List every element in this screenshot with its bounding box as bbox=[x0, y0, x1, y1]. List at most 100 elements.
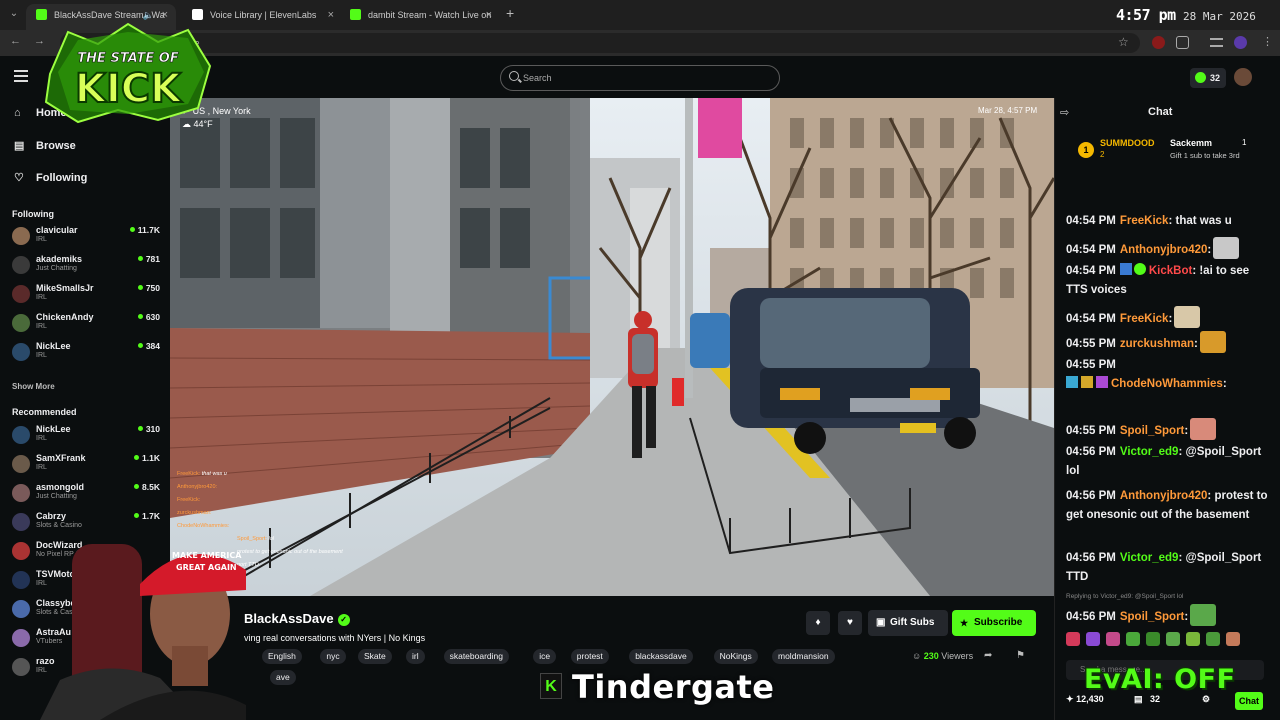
new-tab-button[interactable]: + bbox=[506, 5, 514, 21]
channel-row[interactable]: NickLee IRL 384 bbox=[12, 340, 160, 366]
kick-icon bbox=[350, 9, 361, 20]
viewer-number: 1.7K bbox=[142, 511, 160, 521]
search-bar[interactable] bbox=[500, 65, 780, 91]
settings-gear-icon[interactable]: ⚙ bbox=[1202, 694, 1210, 705]
chat-username[interactable]: KickBot bbox=[1149, 265, 1192, 277]
stream-tag[interactable]: Skate bbox=[358, 649, 392, 664]
user-avatar[interactable] bbox=[1234, 68, 1252, 86]
stream-tag[interactable]: skateboarding bbox=[443, 649, 509, 664]
gift-count: 32 bbox=[1150, 694, 1161, 704]
channel-row[interactable]: ChickenAndy IRL 630 bbox=[12, 311, 160, 337]
emote-icon[interactable] bbox=[1126, 632, 1140, 646]
chat-username[interactable]: zurckushman bbox=[1120, 338, 1194, 350]
search-icon bbox=[509, 71, 519, 81]
channel-name: NickLee bbox=[36, 341, 71, 351]
menu-icon[interactable] bbox=[14, 70, 28, 82]
chat-message[interactable]: 04:56 PM Victor_ed9: @Spoil_Sport TTD bbox=[1066, 549, 1272, 587]
streamer-name[interactable]: BlackAssDave ✓ bbox=[244, 611, 350, 626]
emote-icon bbox=[1199, 331, 1226, 353]
emote-icon[interactable] bbox=[1206, 632, 1220, 646]
viewer-label: Viewers bbox=[941, 651, 974, 661]
gift-leaderboard: 1 SUMMDOOD 2 Sackemm 1 Gift 1 sub to tak… bbox=[1066, 132, 1270, 168]
live-dot-icon bbox=[137, 343, 143, 348]
gift-icon[interactable]: ▤ bbox=[1134, 694, 1143, 705]
live-dot-icon bbox=[137, 426, 143, 431]
stream-tag[interactable]: protest bbox=[570, 649, 609, 664]
url-field[interactable]: dave bbox=[60, 33, 1140, 53]
stream-tag[interactable]: NoKings bbox=[713, 649, 758, 664]
profile-avatar-icon[interactable] bbox=[1234, 36, 1247, 49]
emote-icon[interactable] bbox=[1146, 632, 1160, 646]
stream-tag[interactable]: irl bbox=[406, 649, 425, 664]
chat-username[interactable]: Anthonyjbro420 bbox=[1120, 490, 1208, 502]
follow-heart-button[interactable]: ♥ bbox=[838, 611, 862, 635]
gift-subs-button[interactable]: Gift Subs bbox=[868, 610, 948, 636]
nav-browse[interactable]: ▤ Browse bbox=[14, 139, 76, 152]
subscribe-button[interactable]: Subscribe bbox=[952, 610, 1036, 636]
chat-username[interactable]: FreeKick bbox=[1120, 215, 1169, 227]
stream-tag[interactable]: moldmansion bbox=[772, 649, 835, 664]
report-flag-icon[interactable]: ⚑ bbox=[1016, 650, 1025, 661]
chat-username[interactable]: Victor_ed9 bbox=[1120, 446, 1179, 458]
channel-viewers: 310 bbox=[137, 424, 160, 434]
collapse-chat-icon[interactable]: ⇨ bbox=[1060, 106, 1069, 119]
back-icon[interactable]: ← bbox=[10, 35, 21, 47]
overlay-chat-user: ChodeNoWhammies: bbox=[177, 523, 230, 529]
chat-message[interactable]: 04:54 PM KickBot: !ai to see TTS voices bbox=[1066, 262, 1272, 300]
emote-icon[interactable] bbox=[1066, 632, 1080, 646]
channel-row[interactable]: NickLee IRL 310 bbox=[12, 423, 160, 449]
live-dot-icon bbox=[134, 484, 140, 489]
channel-row[interactable]: asmongold Just Chatting 8.5K bbox=[12, 481, 160, 507]
chat-message[interactable]: 04:54 PM Anthonyjbro420: bbox=[1066, 237, 1272, 260]
chat-message[interactable]: 04:54 PM FreeKick: bbox=[1066, 306, 1272, 329]
search-input[interactable] bbox=[523, 70, 763, 86]
chat-message[interactable]: 04:56 PM Victor_ed9: @Spoil_Sport lol bbox=[1066, 443, 1272, 481]
chat-message[interactable]: 04:56 PM Anthonyjbro420: protest to get o… bbox=[1066, 487, 1272, 525]
close-tab-icon[interactable]: × bbox=[328, 4, 334, 26]
emote-icon[interactable] bbox=[1106, 632, 1120, 646]
emote-icon[interactable] bbox=[1166, 632, 1180, 646]
chat-username[interactable]: Spoil_Sport bbox=[1120, 611, 1185, 623]
channel-row[interactable]: clavicular IRL 11.7K bbox=[12, 224, 160, 250]
chat-username[interactable]: ChodeNoWhammies bbox=[1111, 378, 1223, 390]
stream-tag[interactable]: ave bbox=[270, 670, 296, 685]
tab-search-icon[interactable]: ⌄ bbox=[6, 6, 22, 22]
show-more-link[interactable]: Show More bbox=[12, 382, 55, 391]
stream-tag[interactable]: blackassdave bbox=[629, 649, 693, 664]
browser-menu-icon[interactable]: ⋮ bbox=[1262, 35, 1273, 48]
emote-bar bbox=[1066, 632, 1272, 650]
extension-icon[interactable] bbox=[1152, 36, 1165, 49]
media-control-icon[interactable] bbox=[1210, 38, 1223, 47]
channel-row[interactable]: MikeSmallsJr IRL 750 bbox=[12, 282, 160, 308]
chat-username[interactable]: Victor_ed9 bbox=[1120, 552, 1179, 564]
chat-message[interactable]: 04:56 PM Spoil_Sport: bbox=[1066, 604, 1272, 627]
chat-username[interactable]: FreeKick bbox=[1120, 313, 1169, 325]
overlay-chat-line: Anthonyjbro420: bbox=[177, 481, 343, 494]
extensions-puzzle-icon[interactable] bbox=[1176, 36, 1189, 49]
chat-message[interactable]: 04:55 PM ChodeNoWhammies: bbox=[1066, 356, 1272, 394]
nav-following[interactable]: ♡ Following bbox=[14, 171, 87, 184]
stream-tag[interactable]: English bbox=[262, 649, 302, 664]
bookmark-star-icon[interactable]: ☆ bbox=[1118, 35, 1129, 49]
channel-row[interactable]: akademiks Just Chatting 781 bbox=[12, 253, 160, 279]
chat-username[interactable]: Spoil_Sport bbox=[1120, 425, 1185, 437]
notification-bell-button[interactable]: ♦ bbox=[806, 611, 830, 635]
share-icon[interactable]: ➦ bbox=[984, 650, 992, 661]
chat-username[interactable]: Anthonyjbro420 bbox=[1120, 244, 1208, 256]
chat-message[interactable]: 04:54 PM FreeKick: that was u bbox=[1066, 212, 1272, 231]
emote-icon[interactable] bbox=[1186, 632, 1200, 646]
chat-message[interactable]: 04:55 PM zurckushman: bbox=[1066, 331, 1272, 354]
chat-message[interactable]: 04:55 PM Spoil_Sport: bbox=[1066, 418, 1272, 441]
stream-tag[interactable]: nyc bbox=[320, 649, 346, 664]
send-chat-button[interactable]: Chat bbox=[1235, 692, 1263, 710]
kick-points-button[interactable]: 32 bbox=[1190, 68, 1226, 88]
logo-graphic: THE STATE OF KICK bbox=[44, 22, 212, 124]
chat-timestamp: 04:55 PM bbox=[1066, 425, 1116, 437]
emote-icon[interactable] bbox=[1226, 632, 1240, 646]
emote-icon[interactable] bbox=[1086, 632, 1100, 646]
stream-tag[interactable]: ice bbox=[533, 649, 557, 664]
channel-row[interactable]: SamXFrank IRL 1.1K bbox=[12, 452, 160, 478]
close-tab-icon[interactable]: × bbox=[486, 4, 492, 26]
channel-viewers: 8.5K bbox=[134, 482, 160, 492]
browser-tab-dambit[interactable]: dambit Stream - Watch Live on × bbox=[340, 4, 500, 30]
